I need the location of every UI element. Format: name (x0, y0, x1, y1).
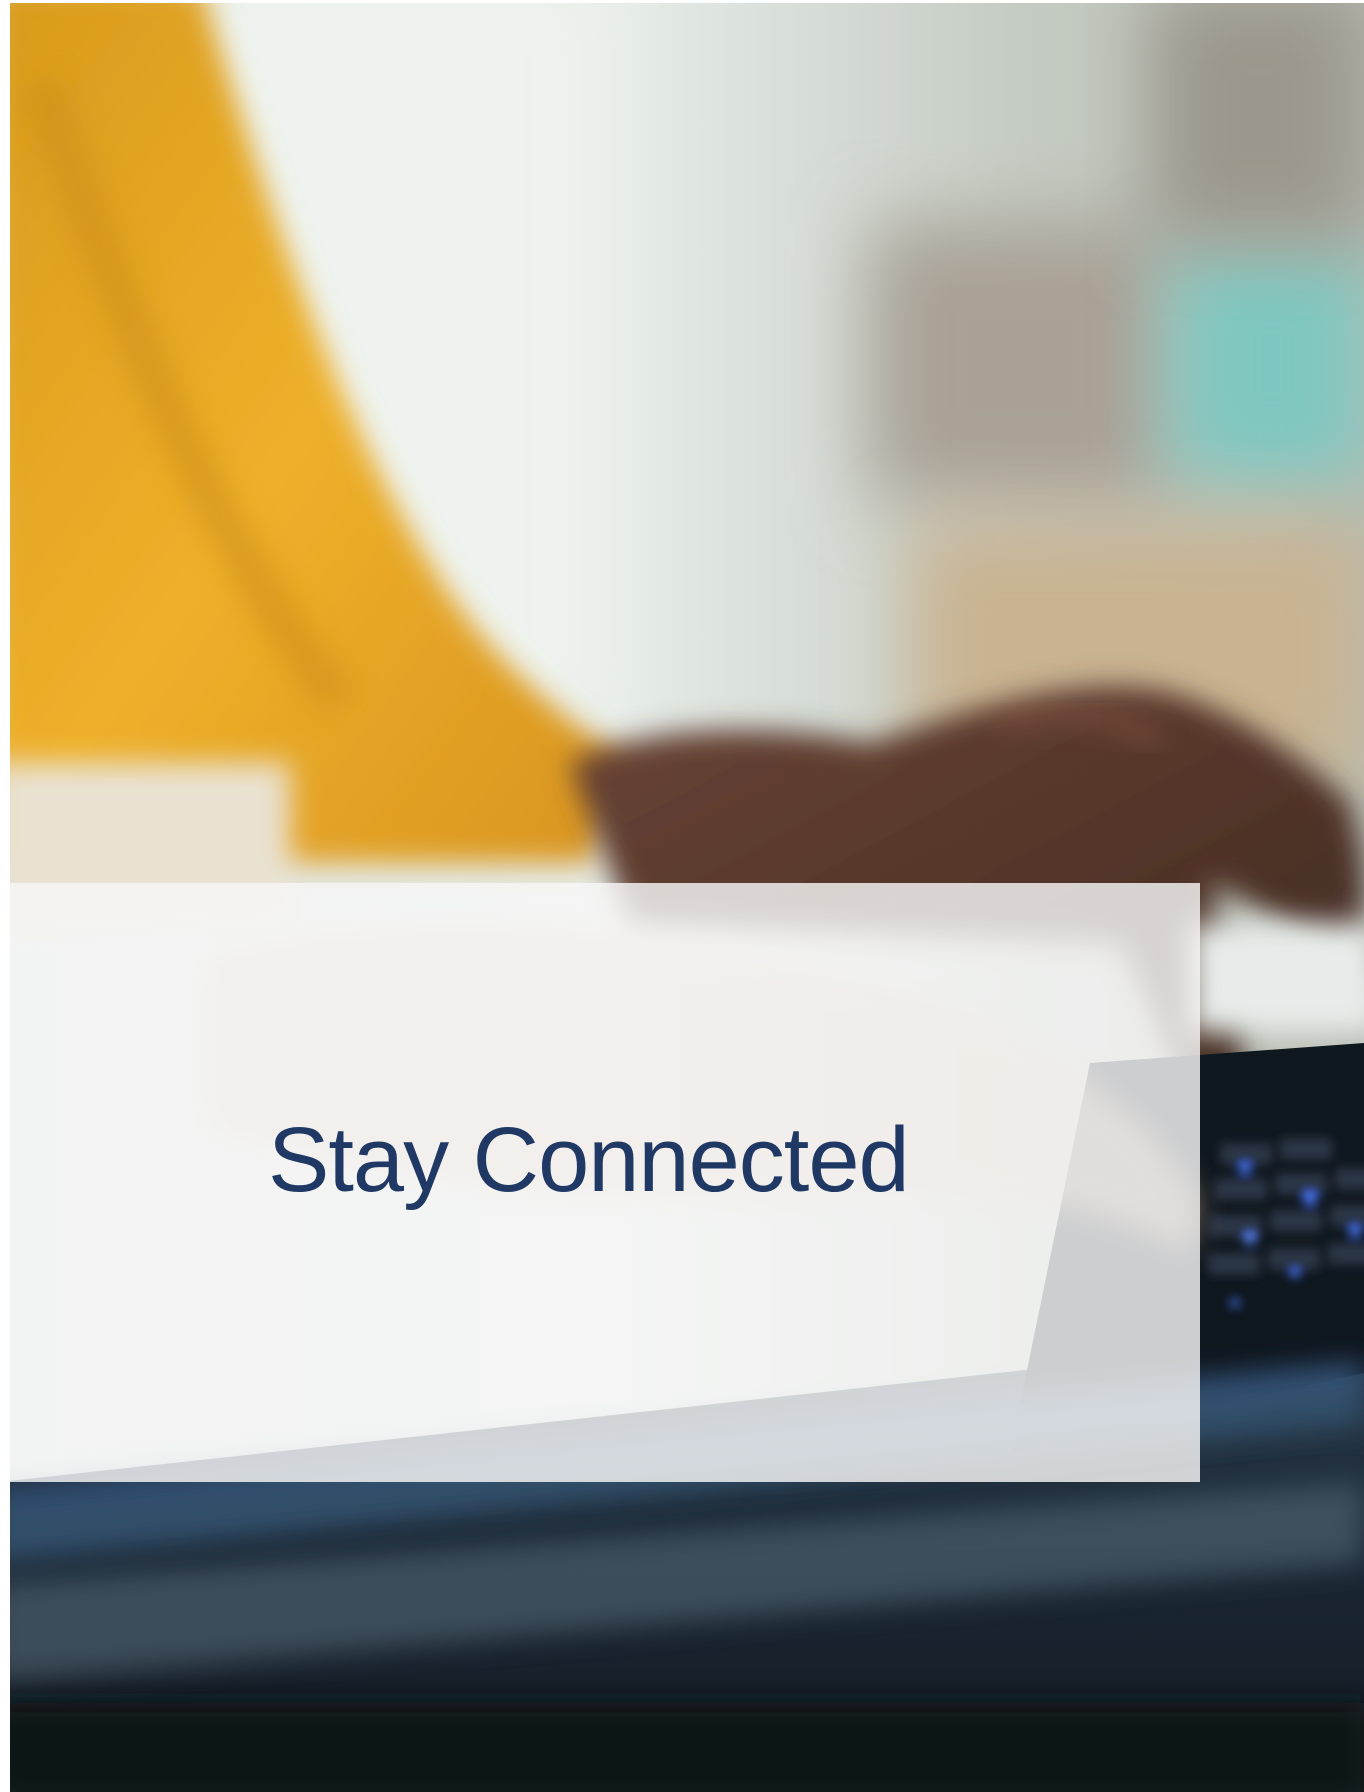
banner-title: Stay Connected (268, 1109, 910, 1211)
page: Stay Connected (0, 0, 1364, 1792)
